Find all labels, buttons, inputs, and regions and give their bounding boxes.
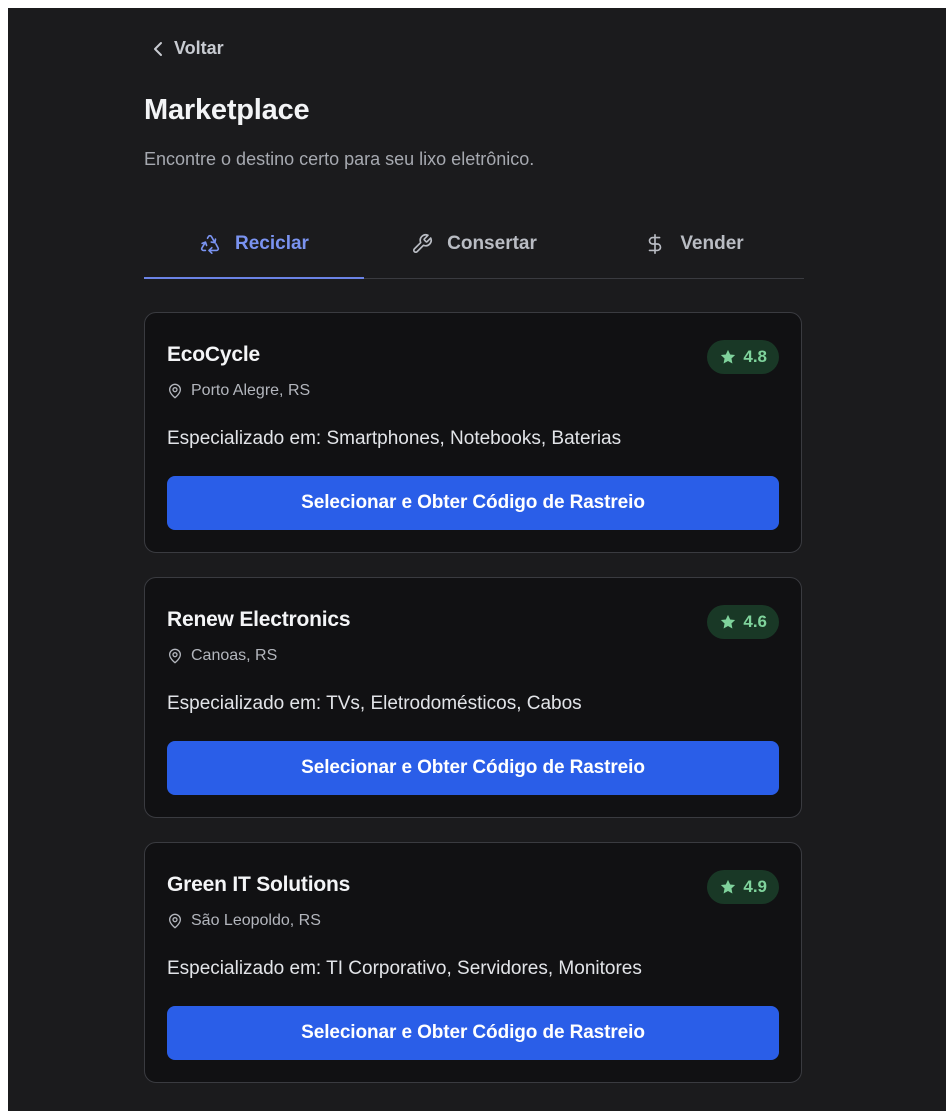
specialization-text: Especializado em: Smartphones, Notebooks…: [167, 428, 622, 449]
partner-name: EcoCycle: [167, 343, 260, 366]
partner-location: São Leopoldo, RS: [167, 912, 321, 930]
location-text: São Leopoldo, RS: [191, 912, 321, 929]
tab-reciclar[interactable]: Reciclar: [144, 212, 364, 279]
select-partner-button[interactable]: Selecionar e Obter Código de Rastreio: [167, 741, 779, 795]
tab-vender[interactable]: Vender: [584, 212, 804, 278]
specialization-text: Especializado em: TVs, Eletrodomésticos,…: [167, 693, 582, 714]
partner-card: Green IT Solutions 4.9 São Leopoldo, RS …: [144, 842, 802, 1083]
back-label: Voltar: [174, 38, 224, 58]
app-window: Voltar Marketplace Encontre o destino ce…: [8, 8, 946, 1111]
rating-badge: 4.9: [707, 870, 779, 904]
page-title: Marketplace: [144, 94, 310, 126]
chevron-left-icon: [152, 40, 164, 58]
rating-value: 4.9: [743, 877, 767, 896]
tab-label: Consertar: [447, 233, 537, 254]
partner-card: Renew Electronics 4.6 Canoas, RS Especia…: [144, 577, 802, 818]
star-icon: [719, 613, 737, 631]
map-pin-icon: [167, 383, 183, 399]
back-link[interactable]: Voltar: [152, 38, 224, 59]
partner-location: Canoas, RS: [167, 647, 277, 665]
map-pin-icon: [167, 648, 183, 664]
location-text: Canoas, RS: [191, 647, 278, 664]
partner-name: Green IT Solutions: [167, 873, 351, 896]
specialization-text: Especializado em: TI Corporativo, Servid…: [167, 958, 642, 979]
partner-card: EcoCycle 4.8 Porto Alegre, RS Especializ…: [144, 312, 802, 553]
rating-value: 4.8: [743, 347, 767, 366]
map-pin-icon: [167, 913, 183, 929]
dollar-icon: [644, 233, 666, 255]
select-partner-button[interactable]: Selecionar e Obter Código de Rastreio: [167, 1006, 779, 1060]
tab-label: Reciclar: [235, 233, 309, 254]
tab-bar: Reciclar Consertar Vender: [144, 212, 804, 279]
rating-badge: 4.8: [707, 340, 779, 374]
rating-value: 4.6: [743, 612, 767, 631]
tab-consertar[interactable]: Consertar: [364, 212, 584, 278]
star-icon: [719, 878, 737, 896]
select-partner-button[interactable]: Selecionar e Obter Código de Rastreio: [167, 476, 779, 530]
page-subtitle: Encontre o destino certo para seu lixo e…: [144, 149, 535, 169]
rating-badge: 4.6: [707, 605, 779, 639]
location-text: Porto Alegre, RS: [191, 382, 311, 399]
partner-location: Porto Alegre, RS: [167, 382, 310, 400]
star-icon: [719, 348, 737, 366]
tab-label: Vender: [680, 233, 744, 254]
partner-name: Renew Electronics: [167, 608, 351, 631]
recycle-icon: [199, 233, 221, 255]
wrench-icon: [411, 233, 433, 255]
